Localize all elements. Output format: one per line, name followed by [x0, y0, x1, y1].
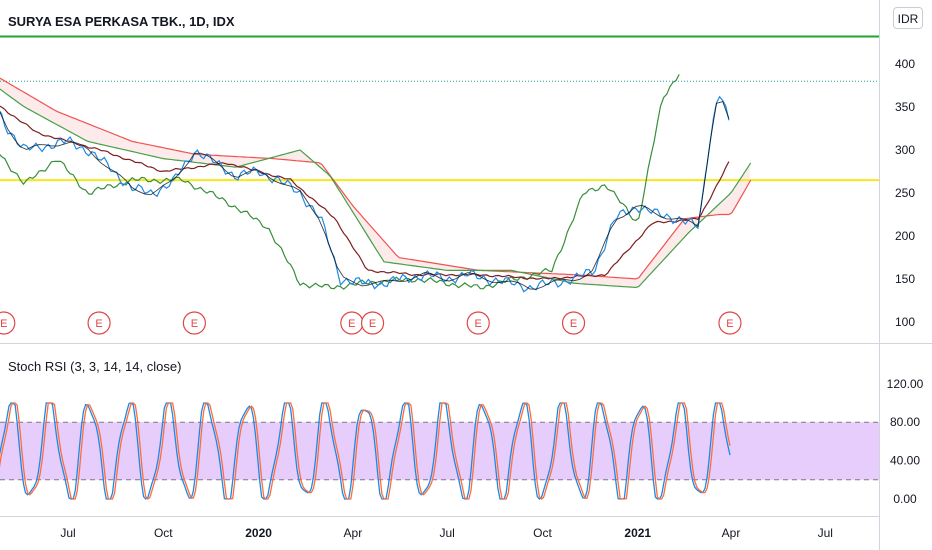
cloud-fill [0, 78, 750, 288]
time-tick-label: Jul [439, 526, 454, 540]
earnings-label: E [191, 318, 198, 330]
earnings-marker[interactable]: E [360, 311, 385, 335]
stoch-scale[interactable]: 0.00 40.00 80.00 120.00 [887, 377, 924, 506]
ichimoku-cloud [0, 78, 750, 288]
time-scale[interactable]: Jul Oct 2020 Apr Jul Oct 2021 Apr Jul [60, 526, 833, 540]
stoch-tick-label: 80.00 [890, 415, 920, 429]
earnings-label: E [0, 318, 7, 330]
price-scale[interactable]: 100 150 200 250 300 350 400 [895, 57, 915, 329]
price-pane[interactable]: E E E E E E E E SURYA ESA PERKASA TBK., 1D, IDX [0, 14, 879, 335]
earnings-marker[interactable]: E [561, 311, 586, 335]
earnings-label: E [475, 318, 482, 330]
stoch-tick-label: 0.00 [893, 492, 917, 506]
earnings-markers: EEEEEEEE [0, 311, 742, 335]
time-tick-label: Apr [722, 526, 741, 540]
chart-canvas: E E E E E E E E SURYA ESA PERKASA TBK., 1D, IDX… [0, 0, 932, 550]
earnings-marker[interactable]: E [466, 311, 490, 335]
time-tick-label: 2021 [624, 526, 651, 540]
price-tick-label: 300 [895, 143, 915, 157]
earnings-label: E [369, 318, 376, 330]
currency-button[interactable]: IDR [893, 7, 923, 29]
earnings-label: E [570, 318, 577, 330]
price-tick-label: 200 [895, 229, 915, 243]
earnings-marker[interactable]: E [718, 311, 742, 335]
stoch-title: Stoch RSI (3, 3, 14, 14, close) [8, 359, 181, 374]
price-tick-label: 250 [895, 186, 915, 200]
earnings-label: E [348, 318, 355, 330]
price-tick-label: 100 [895, 315, 915, 329]
stoch-rsi-pane[interactable]: Stoch RSI (3, 3, 14, 14, close) [0, 359, 879, 500]
stoch-tick-label: 120.00 [887, 377, 924, 391]
time-tick-label: Oct [154, 526, 173, 540]
time-tick-label: Jul [60, 526, 75, 540]
price-tick-label: 150 [895, 272, 915, 286]
time-tick-label: 2020 [245, 526, 272, 540]
stoch-tick-label: 40.00 [890, 454, 920, 468]
earnings-label: E [726, 318, 733, 330]
base-line-line [0, 105, 730, 280]
horizontal-levels [0, 35, 879, 182]
earnings-marker[interactable]: E [340, 311, 364, 335]
time-tick-label: Apr [344, 526, 363, 540]
earnings-marker[interactable]: E [182, 311, 206, 335]
earnings-marker[interactable]: E [0, 311, 16, 335]
chart-title: SURYA ESA PERKASA TBK., 1D, IDX [8, 14, 235, 29]
leading-span-a-line [0, 88, 752, 289]
price-tick-label: 350 [895, 100, 915, 114]
lagging-span-line [0, 74, 680, 290]
earnings-label: E [95, 318, 102, 330]
time-tick-label: Jul [818, 526, 833, 540]
time-tick-label: Oct [533, 526, 552, 540]
price-tick-label: 400 [895, 57, 915, 71]
close-line [0, 101, 730, 290]
earnings-marker[interactable]: E [87, 311, 111, 335]
